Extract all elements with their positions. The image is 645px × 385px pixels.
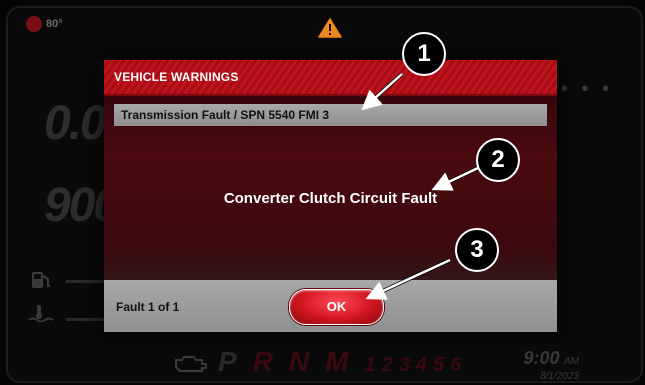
gear-3: 3: [398, 354, 410, 376]
gear-m: M: [325, 346, 349, 377]
ok-button[interactable]: OK: [289, 289, 384, 325]
fuel-gauge-line: [66, 280, 106, 283]
clock: 9:00 AM 8/1/2023: [523, 348, 579, 382]
fault-code: Transmission Fault / SPN 5540 FMI 3: [121, 108, 330, 122]
callout-1: 1: [402, 32, 446, 76]
oil-temp-icon: [28, 305, 54, 322]
fuel-icon: [32, 272, 50, 288]
gear-selector: PRNM123456: [218, 346, 461, 378]
temperature-icon: [26, 16, 42, 32]
gear-p: P: [218, 346, 237, 377]
warning-triangle-icon: [318, 18, 342, 38]
oil-gauge-line: [66, 318, 106, 321]
gear-2: 2: [381, 354, 393, 376]
fault-description: Converter Clutch Circuit Fault: [223, 190, 438, 207]
gear-n: N: [288, 346, 310, 377]
dialog-footer: Fault 1 of 1 OK: [104, 280, 557, 332]
speed-readout: 0.0: [44, 97, 107, 150]
dialog-header: VEHICLE WARNINGS: [104, 60, 557, 96]
clock-ampm: AM: [564, 356, 579, 367]
callout-3: 3: [455, 228, 499, 272]
gear-4: 4: [415, 354, 427, 376]
gear-r: R: [252, 346, 273, 377]
check-engine-icon: [175, 356, 207, 372]
gear-6: 6: [450, 354, 462, 376]
clock-time: 9:00: [523, 348, 560, 368]
vehicle-warnings-dialog: VEHICLE WARNINGS Transmission Fault / SP…: [104, 60, 557, 332]
dialog-title: VEHICLE WARNINGS: [114, 70, 239, 84]
callout-2: 2: [476, 138, 520, 182]
fault-count: Fault 1 of 1: [116, 300, 180, 314]
gear-1: 1: [364, 354, 376, 376]
temperature-indicator: 80°: [26, 16, 63, 32]
gear-5: 5: [432, 354, 445, 376]
fault-code-bar: Transmission Fault / SPN 5540 FMI 3: [114, 104, 547, 126]
temperature-value: 80°: [46, 17, 63, 30]
clock-date: 8/1/2023: [540, 371, 579, 382]
